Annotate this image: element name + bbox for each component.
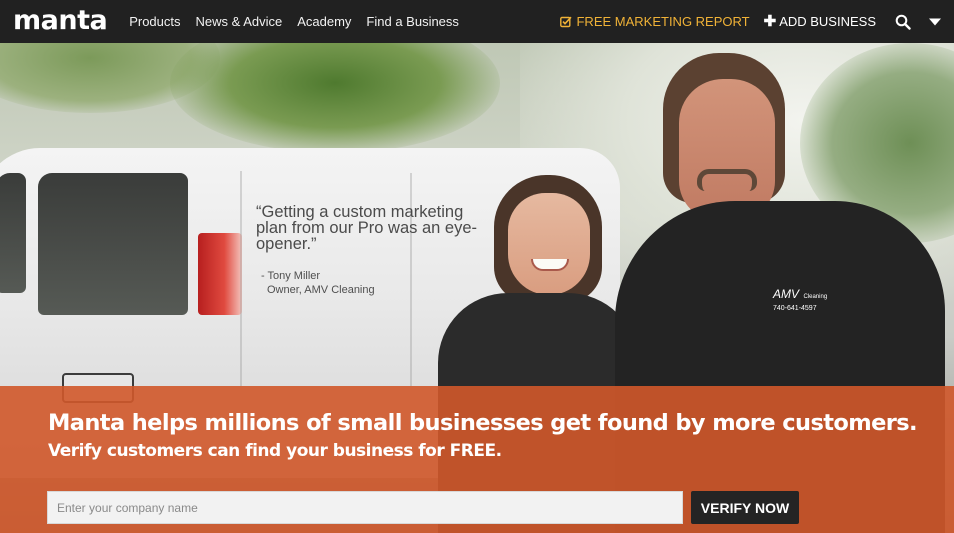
main-nav: Products News & Advice Academy Find a Bu… — [129, 14, 474, 29]
caret-down-icon — [929, 18, 941, 25]
shirt-logo-name: AMV — [773, 287, 800, 301]
van-tail-light — [198, 233, 242, 315]
tree-foliage-center — [170, 43, 500, 153]
free-marketing-report-link[interactable]: FREE MARKETING REPORT — [560, 14, 750, 29]
manta-logo[interactable]: manta — [13, 0, 108, 42]
cta-subline: Verify customers can find your business … — [48, 441, 502, 461]
header-actions: FREE MARKETING REPORT ✚ ADD BUSINESS — [560, 0, 954, 43]
verify-now-button[interactable]: VERIFY NOW — [691, 491, 799, 524]
plus-icon: ✚ — [763, 13, 777, 30]
free-marketing-report-label: FREE MARKETING REPORT — [576, 14, 750, 29]
add-business-label: ADD BUSINESS — [779, 14, 876, 29]
check-square-icon — [560, 16, 573, 27]
man-mustache — [697, 169, 757, 191]
testimonial-author-title: Owner, AMV Cleaning — [267, 284, 375, 296]
shirt-logo: AMV Cleaning 740-641-4597 — [773, 287, 828, 314]
van-rear-window-left — [0, 173, 26, 293]
search-button[interactable] — [890, 0, 916, 43]
woman-smile — [531, 259, 569, 271]
shirt-phone: 740-641-4597 — [773, 305, 817, 312]
testimonial-author: - Tony Miller Owner, AMV Cleaning — [261, 269, 375, 297]
van-panel-seam — [240, 171, 242, 386]
woman-face — [508, 193, 590, 295]
nav-academy[interactable]: Academy — [297, 14, 351, 29]
van-rear-window-right — [38, 173, 188, 315]
search-icon — [895, 14, 911, 30]
add-business-link[interactable]: ✚ ADD BUSINESS — [764, 14, 876, 29]
man-face — [679, 79, 775, 221]
menu-dropdown-button[interactable] — [922, 0, 948, 43]
nav-news-advice[interactable]: News & Advice — [196, 14, 283, 29]
cta-headline: Manta helps millions of small businesses… — [48, 410, 918, 436]
nav-products[interactable]: Products — [129, 14, 180, 29]
top-navigation-bar: manta Products News & Advice Academy Fin… — [0, 0, 954, 43]
nav-find-a-business[interactable]: Find a Business — [366, 14, 459, 29]
shirt-logo-sub: Cleaning — [803, 294, 828, 300]
company-name-input[interactable] — [47, 491, 683, 524]
testimonial-author-name: - Tony Miller — [261, 270, 321, 282]
